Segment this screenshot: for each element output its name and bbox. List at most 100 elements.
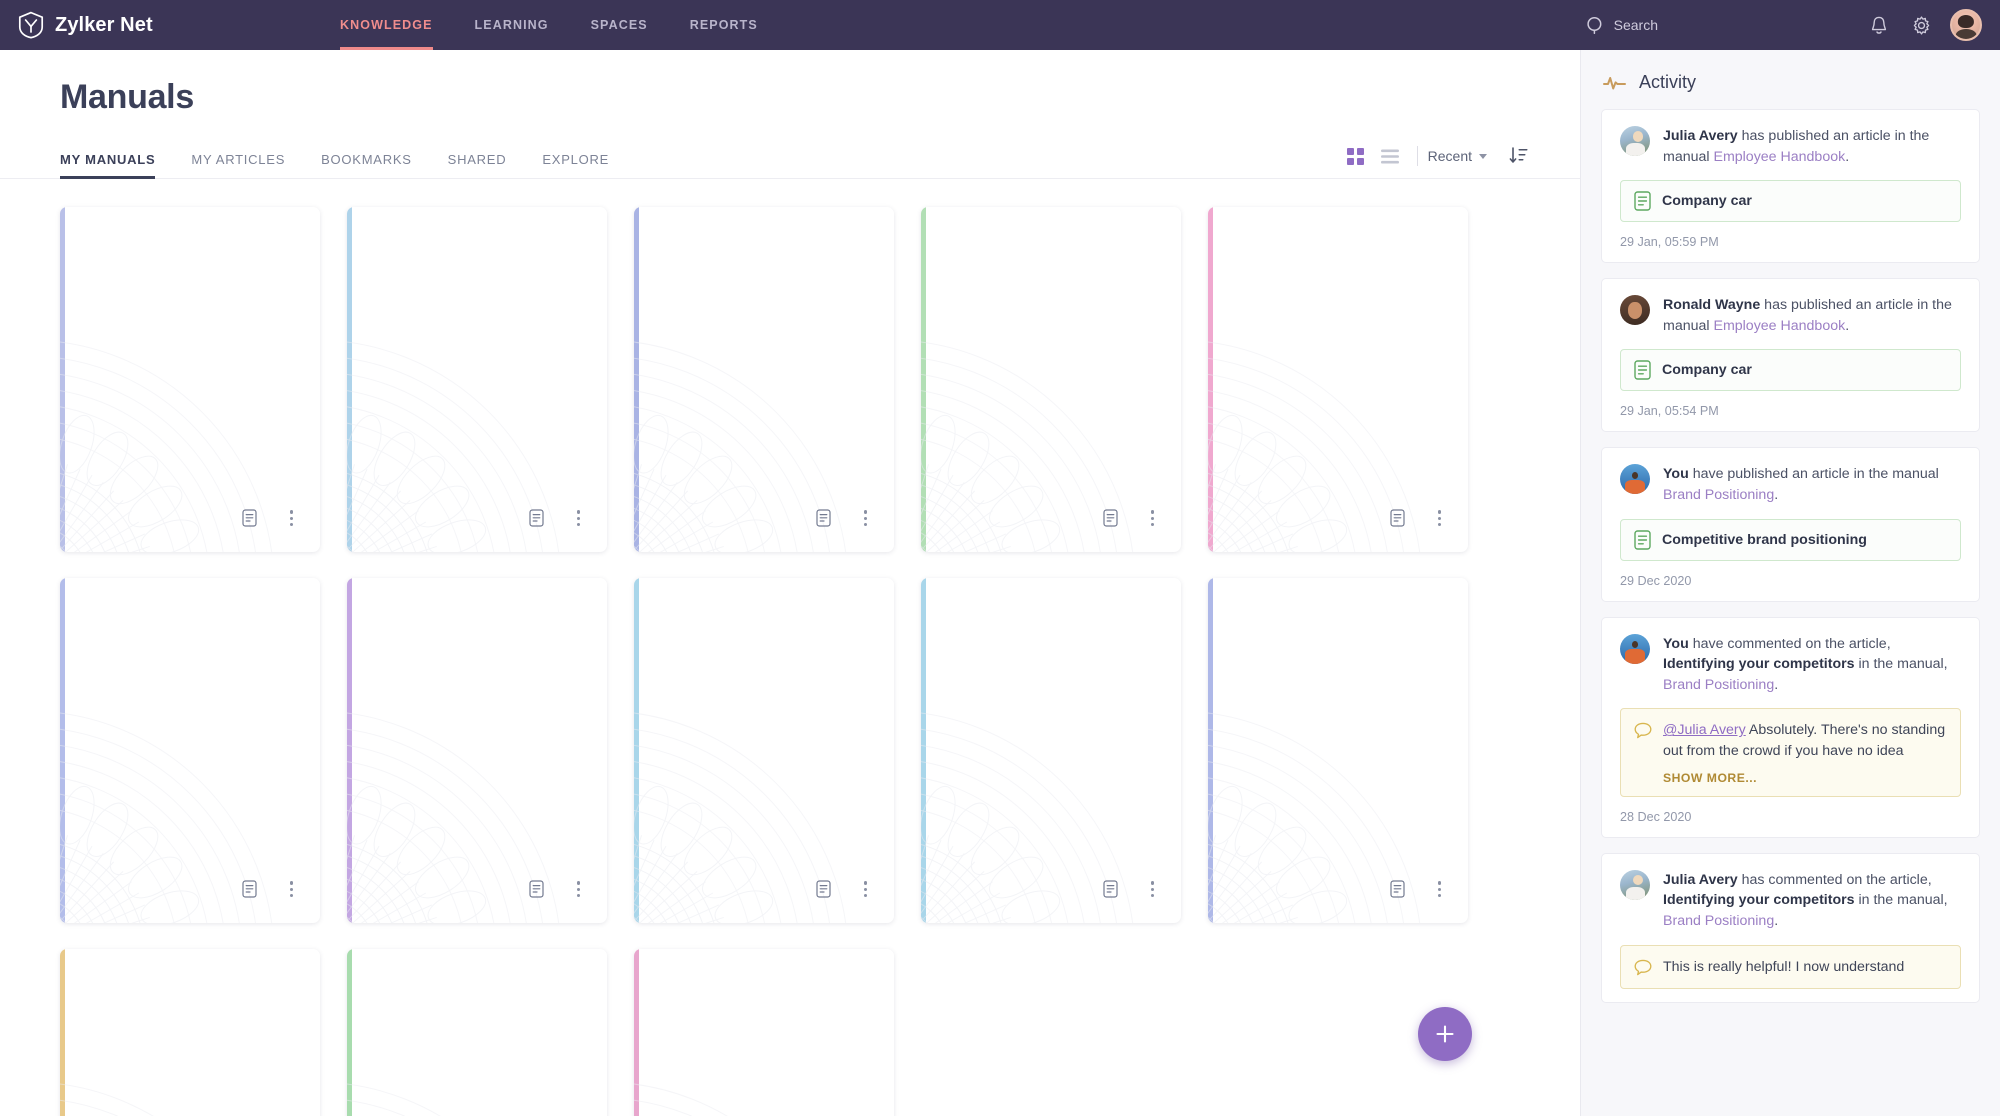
card-header (634, 578, 894, 611)
activity-text-end: . (1774, 676, 1779, 693)
manual-card[interactable] (347, 578, 607, 923)
pulse-activity-icon (1603, 76, 1626, 89)
user-avatar[interactable] (1950, 9, 1982, 41)
activity-manual-link[interactable]: Employee Handbook (1713, 149, 1845, 165)
activity-actor: You (1663, 466, 1689, 483)
tab-shared[interactable]: SHARED (448, 152, 507, 178)
manual-card[interactable] (1208, 207, 1468, 552)
card-color-spine (634, 578, 639, 923)
manual-card[interactable] (921, 207, 1181, 552)
card-color-spine (1208, 578, 1213, 923)
comment-bubble-icon (1634, 723, 1652, 739)
activity-mention-link[interactable]: @Julia Avery (1663, 722, 1746, 738)
card-footer (347, 875, 607, 923)
manual-card[interactable] (634, 949, 894, 1116)
card-more-options-icon[interactable] (570, 875, 587, 903)
manual-card[interactable] (60, 578, 320, 923)
document-icon (1390, 509, 1405, 527)
article-document-icon (1634, 191, 1651, 211)
view-toolbar: Recent (1339, 142, 1535, 178)
header-actions: Search (1586, 0, 2000, 50)
manual-card[interactable] (634, 207, 894, 552)
card-header (60, 578, 320, 611)
activity-timestamp: 29 Jan, 05:59 PM (1620, 235, 1719, 250)
card-more-options-icon[interactable] (283, 875, 300, 903)
activity-avatar (1620, 869, 1650, 900)
manual-card[interactable] (1208, 578, 1468, 923)
activity-item[interactable]: Julia Avery has commented on the article… (1601, 852, 1980, 1004)
manual-card[interactable] (921, 578, 1181, 923)
activity-article-chip[interactable]: Company car (1620, 180, 1961, 223)
card-color-spine (921, 578, 926, 923)
activity-comment-chip[interactable]: @Julia Avery Absolutely. There's no stan… (1620, 708, 1961, 797)
card-more-options-icon[interactable] (1144, 875, 1161, 903)
activity-article-chip[interactable]: Company car (1620, 349, 1961, 392)
activity-text-end: . (1845, 148, 1850, 165)
tab-my-articles[interactable]: MY ARTICLES (191, 152, 285, 178)
top-navigation-bar: Zylker Net KNOWLEDGE LEARNING SPACES REP… (0, 0, 2000, 50)
nav-item-spaces[interactable]: SPACES (591, 0, 648, 50)
activity-item[interactable]: You have published an article in the man… (1601, 447, 1980, 602)
tab-explore[interactable]: EXPLORE (542, 152, 609, 178)
sort-dropdown[interactable]: Recent (1428, 148, 1487, 164)
card-footer (60, 504, 320, 552)
activity-comment-chip[interactable]: This is really helpful! I now understand (1620, 944, 1961, 990)
activity-item[interactable]: You have commented on the article, Ident… (1601, 616, 1980, 838)
activity-timestamp: 29 Dec 2020 (1620, 573, 1692, 588)
activity-manual-link[interactable]: Employee Handbook (1713, 318, 1845, 334)
card-color-spine (634, 207, 639, 552)
sort-descending-icon[interactable] (1501, 142, 1535, 170)
global-search[interactable]: Search (1586, 16, 1658, 35)
document-icon (242, 509, 257, 527)
manual-card[interactable] (60, 949, 320, 1116)
activity-row: You have commented on the article, Ident… (1620, 633, 1961, 696)
activity-text-end: . (1774, 913, 1779, 929)
activity-item[interactable]: Ronald Wayne has published an article in… (1601, 278, 1980, 433)
nav-item-learning[interactable]: LEARNING (475, 0, 549, 50)
page-body: Manuals MY MANUALS MY ARTICLES BOOKMARKS… (0, 50, 2000, 1116)
manual-card[interactable] (60, 207, 320, 552)
card-more-options-icon[interactable] (857, 504, 874, 532)
show-more-link[interactable]: SHOW MORE... (1663, 771, 1947, 785)
activity-item[interactable]: Julia Avery has published an article in … (1601, 109, 1980, 264)
grid-view-icon[interactable] (1339, 142, 1373, 170)
decorative-mandala-icon (347, 1083, 441, 1116)
tab-bookmarks[interactable]: BOOKMARKS (321, 152, 412, 178)
card-footer (1208, 875, 1468, 923)
card-more-options-icon[interactable] (1144, 504, 1161, 532)
card-more-options-icon[interactable] (1431, 875, 1448, 903)
activity-text-mid: in the manual, (1854, 656, 1948, 673)
activity-feed[interactable]: Julia Avery has published an article in … (1581, 109, 2000, 1116)
list-view-icon[interactable] (1373, 142, 1407, 170)
manual-card[interactable] (347, 207, 607, 552)
settings-gear-icon[interactable] (1900, 0, 1942, 50)
activity-row: Julia Avery has commented on the article… (1620, 869, 1961, 932)
activity-comment-text: This is really helpful! I now understand (1663, 958, 1905, 975)
activity-avatar (1620, 633, 1650, 664)
add-manual-button[interactable] (1418, 1007, 1472, 1061)
activity-text: have commented on the article, (1688, 635, 1891, 652)
manual-card[interactable] (634, 578, 894, 923)
nav-item-knowledge[interactable]: KNOWLEDGE (340, 0, 433, 50)
activity-manual-link[interactable]: Brand Positioning (1663, 487, 1774, 503)
comment-bubble-icon (1634, 959, 1652, 975)
notification-bell-icon[interactable] (1858, 0, 1900, 50)
activity-actor: Julia Avery (1663, 128, 1738, 144)
card-header (921, 207, 1181, 240)
activity-avatar (1620, 295, 1650, 326)
activity-article-chip[interactable]: Competitive brand positioning (1620, 518, 1961, 561)
nav-item-reports[interactable]: REPORTS (690, 0, 758, 50)
activity-timestamp: 29 Jan, 05:54 PM (1620, 404, 1719, 419)
activity-row: Julia Avery has published an article in … (1620, 126, 1961, 167)
card-header (1208, 207, 1468, 240)
manual-card[interactable] (347, 949, 607, 1116)
document-icon (242, 880, 257, 898)
card-more-options-icon[interactable] (857, 875, 874, 903)
card-more-options-icon[interactable] (1431, 504, 1448, 532)
card-more-options-icon[interactable] (570, 504, 587, 532)
brand-logo-area[interactable]: Zylker Net (0, 11, 340, 39)
card-more-options-icon[interactable] (283, 504, 300, 532)
activity-manual-link[interactable]: Brand Positioning (1663, 677, 1774, 693)
activity-manual-link[interactable]: Brand Positioning (1663, 913, 1774, 929)
tab-my-manuals[interactable]: MY MANUALS (60, 152, 156, 179)
